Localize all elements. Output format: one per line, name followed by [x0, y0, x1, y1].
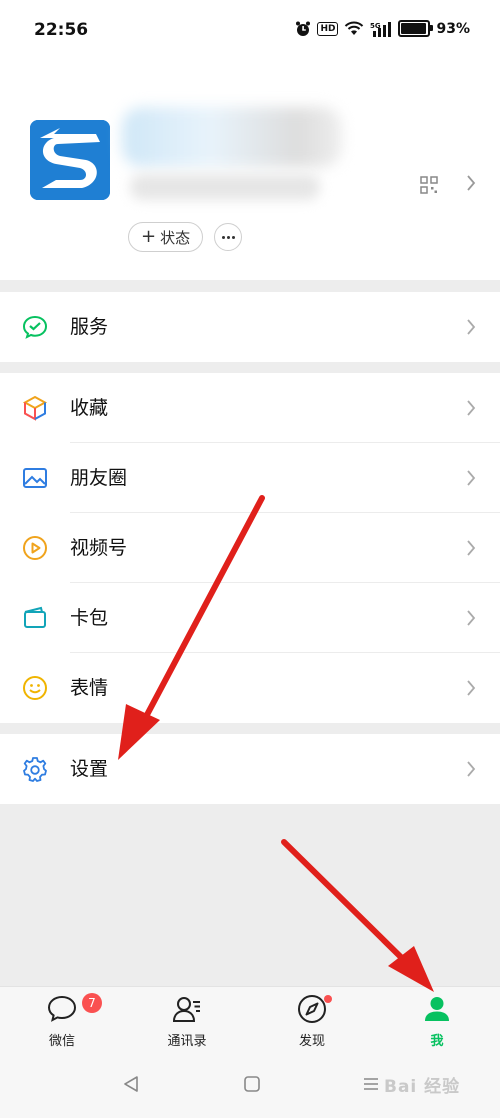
- cube-icon: [22, 395, 48, 421]
- qr-code-icon[interactable]: [420, 176, 438, 194]
- wifi-icon: [345, 21, 364, 35]
- chevron-right-icon: [467, 680, 476, 696]
- profile-header[interactable]: + 状态: [0, 62, 500, 280]
- menu-item-label: 表情: [70, 677, 109, 699]
- menu-item-service[interactable]: 服务: [0, 292, 500, 362]
- status-button-label: 状态: [160, 228, 191, 247]
- plus-icon: +: [141, 226, 157, 247]
- tab-chats[interactable]: 7 微信: [12, 987, 112, 1053]
- app-logo-s-icon: [30, 120, 110, 200]
- chevron-right-icon: [467, 400, 476, 416]
- watermark: Bai 经验: [384, 1077, 461, 1097]
- chat-bubble-icon: [47, 995, 77, 1022]
- arrow-to-me-tab: [281, 839, 434, 992]
- recents-menu-icon[interactable]: [362, 1075, 380, 1093]
- menu-item-favorites[interactable]: 收藏: [0, 373, 500, 443]
- bottom-tab-bar: 7 微信 通讯录 发现 我: [0, 986, 500, 1053]
- profile-id-blurred: [130, 174, 320, 200]
- menu-item-stickers[interactable]: 表情: [0, 653, 500, 723]
- menu-block-features: 收藏 朋友圈 视频号 卡包 表情: [0, 373, 500, 723]
- tab-label: 我: [430, 1034, 444, 1049]
- chevron-right-icon: [467, 610, 476, 626]
- avatar[interactable]: [30, 120, 110, 200]
- battery-icon: [398, 20, 434, 37]
- hd-icon: HD: [317, 21, 339, 36]
- profile-name-blurred: [122, 107, 342, 167]
- menu-item-label: 收藏: [70, 397, 109, 419]
- discover-notification-dot: [324, 995, 332, 1003]
- tab-label: 微信: [48, 1034, 75, 1049]
- tab-me[interactable]: 我: [387, 987, 487, 1053]
- chevron-right-icon: [467, 470, 476, 486]
- more-button[interactable]: [214, 223, 242, 251]
- status-time: 22:56: [34, 20, 89, 40]
- back-triangle-icon[interactable]: [122, 1075, 140, 1093]
- menu-item-moments[interactable]: 朋友圈: [0, 443, 500, 513]
- person-icon: [425, 997, 449, 1021]
- menu-item-channels[interactable]: 视频号: [0, 513, 500, 583]
- menu-item-settings[interactable]: 设置: [0, 734, 500, 804]
- menu-item-label: 视频号: [70, 537, 128, 559]
- menu-item-cards[interactable]: 卡包: [0, 583, 500, 653]
- add-status-button[interactable]: + 状态: [128, 222, 204, 252]
- signal-icon: 5G: [370, 21, 392, 37]
- tab-contacts[interactable]: 通讯录: [137, 987, 237, 1053]
- contacts-icon: [172, 997, 200, 1022]
- menu-item-label: 卡包: [70, 607, 109, 629]
- wechat-pay-icon: [22, 315, 48, 339]
- system-icons: HD 5G 93%: [295, 20, 470, 37]
- chevron-right-icon: [467, 319, 476, 335]
- more-dots-icon: [221, 235, 225, 239]
- battery-percent: 93%: [436, 20, 470, 37]
- menu-item-label: 朋友圈: [70, 467, 128, 489]
- play-icon: [23, 536, 47, 560]
- home-square-icon[interactable]: [243, 1075, 261, 1093]
- gear-icon: [23, 757, 47, 782]
- chevron-right-icon: [467, 761, 476, 777]
- smile-icon: [23, 676, 47, 700]
- chevron-right-icon[interactable]: [466, 174, 476, 192]
- image-icon: [23, 468, 47, 488]
- alarm-icon: [296, 21, 311, 36]
- unread-badge: 7: [82, 993, 102, 1013]
- status-bar: 22:56 HD 5G 93%: [0, 0, 500, 62]
- wallet-icon: [24, 606, 46, 628]
- tab-label: 发现: [298, 1034, 325, 1049]
- tab-label: 通讯录: [167, 1034, 207, 1049]
- chevron-right-icon: [467, 540, 476, 556]
- tab-discover[interactable]: 发现: [262, 987, 362, 1053]
- menu-item-label: 服务: [70, 316, 109, 338]
- menu-item-label: 设置: [70, 758, 109, 780]
- menu-block-services: 服务: [0, 292, 500, 362]
- menu-block-settings: 设置: [0, 734, 500, 804]
